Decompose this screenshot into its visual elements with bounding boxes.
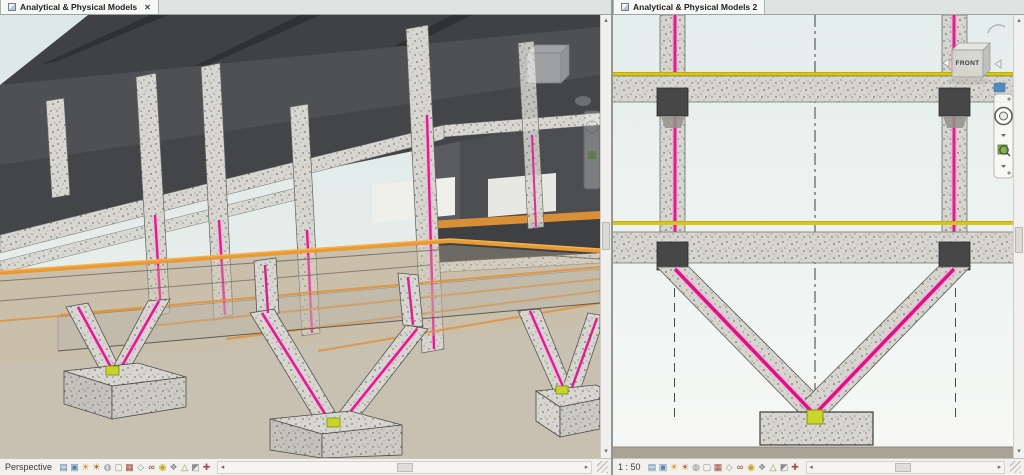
scroll-right-icon[interactable]: ▸ — [995, 462, 1004, 473]
reveal-constraints-icon[interactable]: ✚ — [790, 461, 801, 473]
tab-title: Analytical & Physical Models 2 — [633, 2, 758, 12]
show-rendering-dialog-icon[interactable]: ◍ — [691, 461, 702, 473]
reveal-hidden-elements-icon[interactable]: ◉ — [746, 461, 757, 473]
view-control-icons: ▤ ▣ ☀ ☀ ◍ ▢ ▦ ◇ ∞ ◉ ❖ △ ◩ ✚ — [58, 461, 212, 473]
view-window-front: Analytical & Physical Models 2 FRONT ▴ ▾… — [613, 0, 1024, 475]
view-control-bar-left: Perspective ▤ ▣ ☀ ☀ ◍ ▢ ▦ ◇ ∞ ◉ ❖ △ ◩ ✚ ◂ ▸ — [0, 458, 611, 475]
highlight-displacement-sets-icon[interactable]: ◩ — [779, 461, 790, 473]
vertical-scrollbar-right[interactable]: ▴ ▾ — [1013, 15, 1024, 458]
resize-grip[interactable] — [1010, 461, 1021, 473]
visual-style-icon[interactable]: ▣ — [658, 461, 669, 473]
tabbar-left: Analytical & Physical Models ✕ — [0, 0, 611, 15]
reveal-hidden-elements-icon[interactable]: ◉ — [157, 461, 168, 473]
scroll-up-icon[interactable]: ▴ — [1014, 16, 1024, 26]
scroll-left-icon[interactable]: ◂ — [218, 462, 227, 473]
analytical-node — [806, 409, 824, 425]
temporary-hide-isolate-icon[interactable]: ∞ — [146, 461, 157, 473]
unlocked-3d-view-icon[interactable]: ◇ — [724, 461, 735, 473]
scroll-up-icon[interactable]: ▴ — [601, 16, 611, 26]
scroll-thumb[interactable] — [1015, 227, 1023, 253]
visual-style-icon[interactable]: ▣ — [69, 461, 80, 473]
show-rendering-dialog-icon[interactable]: ◍ — [102, 461, 113, 473]
section-view-canvas[interactable] — [613, 15, 1013, 458]
unlocked-3d-view-icon[interactable]: ◇ — [135, 461, 146, 473]
analytical-node-1 — [105, 365, 120, 376]
scroll-thumb[interactable] — [895, 462, 912, 472]
scroll-thumb[interactable] — [397, 462, 414, 472]
tab-analytical-physical-models[interactable]: Analytical & Physical Models ✕ — [0, 0, 159, 14]
show-crop-region-icon[interactable]: ▦ — [713, 461, 724, 473]
view-window-3d: Analytical & Physical Models ✕ ▴ ▾ Persp… — [0, 0, 611, 475]
tab-title: Analytical & Physical Models — [20, 2, 138, 12]
crop-view-icon[interactable]: ▢ — [702, 461, 713, 473]
view-scale-label[interactable]: Perspective — [5, 462, 52, 472]
analytical-node-2 — [326, 417, 341, 428]
scroll-left-icon[interactable]: ◂ — [807, 462, 816, 473]
viewport-3d: ▴ ▾ — [0, 15, 611, 458]
scroll-right-icon[interactable]: ▸ — [582, 462, 591, 473]
vertical-scrollbar-left[interactable]: ▴ ▾ — [600, 15, 611, 458]
reveal-constraints-icon[interactable]: ✚ — [201, 461, 212, 473]
scroll-thumb[interactable] — [602, 222, 610, 250]
crop-view-icon[interactable]: ▢ — [113, 461, 124, 473]
temporary-hide-isolate-icon[interactable]: ∞ — [735, 461, 746, 473]
horizontal-scrollbar-left[interactable]: ◂ ▸ — [217, 460, 592, 474]
show-analytical-model-icon[interactable]: △ — [179, 461, 190, 473]
revit-workspace: Analytical & Physical Models ✕ ▴ ▾ Persp… — [0, 0, 1024, 475]
navbar-pin-icon[interactable] — [1007, 97, 1011, 101]
tab-analytical-physical-models-2[interactable]: Analytical & Physical Models 2 — [613, 0, 766, 14]
tabbar-right: Analytical & Physical Models 2 — [613, 0, 1024, 15]
temporary-view-properties-icon[interactable]: ❖ — [757, 461, 768, 473]
close-icon[interactable]: ✕ — [144, 3, 151, 12]
sun-path-icon[interactable]: ☀ — [669, 461, 680, 473]
detail-level-icon[interactable]: ▤ — [58, 461, 69, 473]
view-icon — [621, 3, 629, 11]
shadows-icon[interactable]: ☀ — [91, 461, 102, 473]
navigation-bar-ghost[interactable] — [583, 110, 600, 190]
scroll-down-icon[interactable]: ▾ — [601, 447, 611, 457]
viewport-front: FRONT ▴ ▾ — [613, 15, 1024, 458]
scroll-down-icon[interactable]: ▾ — [1014, 447, 1024, 457]
navbar-pin-icon[interactable] — [1007, 171, 1011, 175]
view-control-bar-right: 1 : 50 ▤ ▣ ☀ ☀ ◍ ▢ ▦ ◇ ∞ ◉ ❖ △ ◩ ✚ ◂ ▸ — [613, 458, 1024, 475]
view-control-icons: ▤ ▣ ☀ ☀ ◍ ▢ ▦ ◇ ∞ ◉ ❖ △ ◩ ✚ — [647, 461, 801, 473]
navigation-bar[interactable] — [993, 82, 1013, 179]
detail-level-icon[interactable]: ▤ — [647, 461, 658, 473]
compass-icon[interactable] — [993, 82, 1006, 93]
show-crop-region-icon[interactable]: ▦ — [124, 461, 135, 473]
view-icon — [8, 3, 16, 11]
show-analytical-model-icon[interactable]: △ — [768, 461, 779, 473]
shadows-icon[interactable]: ☀ — [680, 461, 691, 473]
horizontal-scrollbar-right[interactable]: ◂ ▸ — [805, 460, 1005, 474]
analytical-node-3 — [555, 385, 569, 395]
sun-path-icon[interactable]: ☀ — [80, 461, 91, 473]
resize-grip[interactable] — [597, 461, 608, 473]
3d-view-canvas[interactable] — [0, 15, 600, 458]
highlight-displacement-sets-icon[interactable]: ◩ — [190, 461, 201, 473]
ground-strip — [613, 447, 1013, 458]
view-scale-label[interactable]: 1 : 50 — [618, 462, 641, 472]
temporary-view-properties-icon[interactable]: ❖ — [168, 461, 179, 473]
